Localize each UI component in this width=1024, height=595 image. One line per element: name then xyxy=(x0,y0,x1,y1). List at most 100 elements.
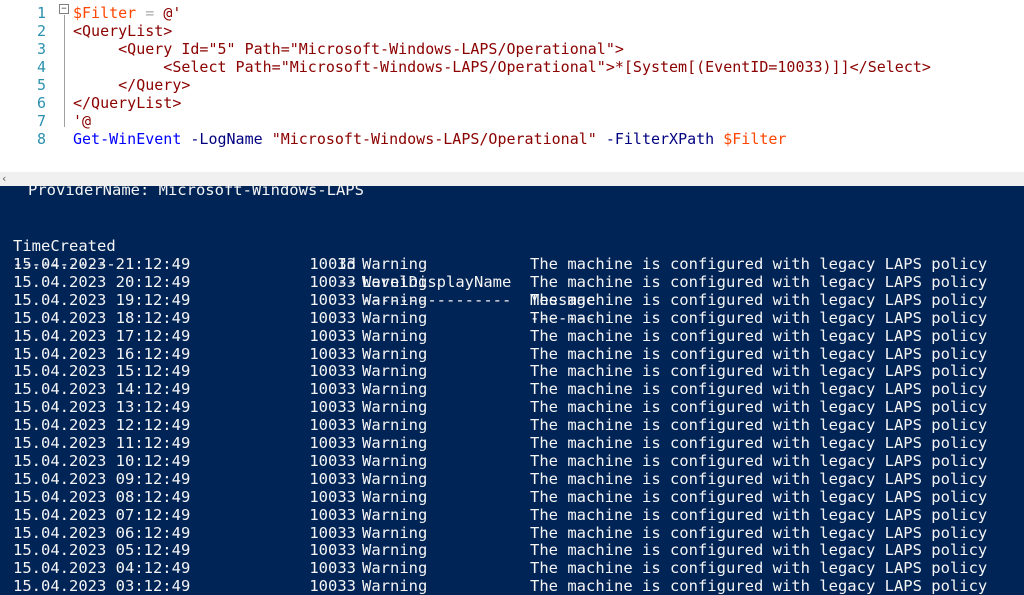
event-level: Warning xyxy=(362,505,428,524)
event-level: Warning xyxy=(362,523,428,542)
event-level: Warning xyxy=(362,308,428,327)
code-token: $Filter xyxy=(723,130,787,148)
event-level: Warning xyxy=(362,487,428,506)
event-id: 10033 xyxy=(309,451,356,470)
event-id: 10033 xyxy=(309,255,356,273)
event-level: Warning xyxy=(362,290,428,309)
event-level: Warning xyxy=(362,255,428,273)
editor-line[interactable]: 2 <QueryList> xyxy=(0,22,1024,40)
event-timecreated: 15.04.2023 11:12:49 xyxy=(13,434,191,452)
event-message: The machine is configured with legacy LA… xyxy=(530,559,988,578)
event-id: 10033 xyxy=(309,416,356,435)
event-row: 15.04.2023 06:12:49 10033 Warning The machi… xyxy=(0,524,1024,542)
line-number: 2 xyxy=(36,22,46,40)
event-level: Warning xyxy=(362,272,428,291)
code-token: @' xyxy=(163,4,182,22)
editor-line[interactable]: 7 '@ xyxy=(0,112,1024,130)
event-row: 15.04.2023 18:12:49 10033 Warning The machi… xyxy=(0,309,1024,327)
event-timecreated: 15.04.2023 16:12:49 xyxy=(13,344,191,363)
event-message: The machine is configured with legacy LA… xyxy=(530,344,988,363)
event-message: The machine is configured with legacy LA… xyxy=(530,380,988,399)
script-editor-pane[interactable]: 1 $Filter = @' 2 <QueryList> 3 <Query Id="5"… xyxy=(0,0,1024,172)
event-timecreated: 15.04.2023 08:12:49 xyxy=(13,487,191,506)
code-token: </Query> xyxy=(73,76,191,94)
pane-splitter[interactable]: ‹ xyxy=(0,172,1024,186)
event-message: The machine is configured with legacy LA… xyxy=(530,290,988,309)
event-timecreated: 15.04.2023 13:12:49 xyxy=(13,398,191,417)
event-message: The machine is configured with legacy LA… xyxy=(530,451,988,470)
event-timecreated: 15.04.2023 04:12:49 xyxy=(13,559,191,578)
line-number: 4 xyxy=(36,58,46,76)
event-timecreated: 15.04.2023 09:12:49 xyxy=(13,469,191,488)
event-id: 10033 xyxy=(309,505,356,524)
code-text: </QueryList> xyxy=(73,94,181,112)
event-timecreated: 15.04.2023 12:12:49 xyxy=(13,416,191,435)
event-message: The machine is configured with legacy LA… xyxy=(530,416,988,435)
event-level: Warning xyxy=(362,451,428,470)
event-level: Warning xyxy=(362,380,428,399)
event-id: 10033 xyxy=(309,577,356,595)
code-token: <Select Path="Microsoft-Windows-LAPS/Ope… xyxy=(73,58,931,76)
collapse-icon[interactable]: − xyxy=(59,4,69,14)
event-id: 10033 xyxy=(309,290,356,309)
code-token: Get-WinEvent xyxy=(73,130,182,148)
code-token: <Query Id="5" Path="Microsoft-Windows-LA… xyxy=(73,40,624,58)
editor-line[interactable]: 3 <Query Id="5" Path="Microsoft-Windows-… xyxy=(0,40,1024,58)
event-level: Warning xyxy=(362,398,428,417)
event-id: 10033 xyxy=(309,398,356,417)
event-timecreated: 15.04.2023 19:12:49 xyxy=(13,290,191,309)
event-level: Warning xyxy=(362,416,428,435)
column-header-row: TimeCreated Id LevelDisplayName Message xyxy=(0,219,1024,309)
code-token: "Microsoft-Windows-LAPS/Operational" xyxy=(271,130,597,148)
event-message: The machine is configured with legacy LA… xyxy=(530,487,988,506)
event-message: The machine is configured with legacy LA… xyxy=(530,255,988,273)
code-text: $Filter = @' xyxy=(73,4,181,22)
editor-line[interactable]: 4 <Select Path="Microsoft-Windows-LAPS/O… xyxy=(0,58,1024,76)
event-timecreated: 15.04.2023 20:12:49 xyxy=(13,272,191,291)
event-level: Warning xyxy=(362,577,428,595)
line-number: 3 xyxy=(36,40,46,58)
event-id: 10033 xyxy=(309,559,356,578)
code-text: <Select Path="Microsoft-Windows-LAPS/Ope… xyxy=(73,58,931,76)
event-level: Warning xyxy=(362,326,428,345)
code-text: </Query> xyxy=(73,76,190,94)
event-timecreated: 15.04.2023 14:12:49 xyxy=(13,380,191,399)
event-timecreated: 15.04.2023 06:12:49 xyxy=(13,523,191,542)
scroll-left-icon[interactable]: ‹ xyxy=(2,172,6,185)
event-id: 10033 xyxy=(309,362,356,381)
event-message: The machine is configured with legacy LA… xyxy=(530,505,988,524)
code-token: -FilterXPath xyxy=(596,130,724,148)
event-row: 15.04.2023 19:12:49 10033 Warning The machi… xyxy=(0,291,1024,309)
event-timecreated: 15.04.2023 17:12:49 xyxy=(13,326,191,345)
editor-line[interactable]: 6 </QueryList> xyxy=(0,94,1024,112)
event-level: Warning xyxy=(362,559,428,578)
event-message: The machine is configured with legacy LA… xyxy=(530,272,988,291)
line-number: 5 xyxy=(36,76,46,94)
event-id: 10033 xyxy=(309,308,356,327)
event-message: The machine is configured with legacy LA… xyxy=(530,308,988,327)
code-text: '@ xyxy=(73,112,91,130)
event-id: 10033 xyxy=(309,469,356,488)
event-timecreated: 15.04.2023 18:12:49 xyxy=(13,308,191,327)
event-level: Warning xyxy=(362,541,428,560)
code-token: </QueryList> xyxy=(73,94,182,112)
editor-line[interactable]: 5 </Query> xyxy=(0,76,1024,94)
event-row: 15.04.2023 13:12:49 10033 Warning The machi… xyxy=(0,398,1024,416)
event-message: The machine is configured with legacy LA… xyxy=(530,523,988,542)
editor-line[interactable]: 1 $Filter = @' xyxy=(0,4,1024,22)
event-row: 15.04.2023 08:12:49 10033 Warning The machi… xyxy=(0,488,1024,506)
event-row: 15.04.2023 04:12:49 10033 Warning The machi… xyxy=(0,559,1024,577)
event-row: 15.04.2023 15:12:49 10033 Warning The machi… xyxy=(0,362,1024,380)
fold-guide xyxy=(64,15,65,127)
editor-line[interactable]: 8 Get-WinEvent -LogName "Microsoft-Window… xyxy=(0,130,1024,148)
event-row: 15.04.2023 11:12:49 10033 Warning The machi… xyxy=(0,434,1024,452)
event-id: 10033 xyxy=(309,380,356,399)
event-row: 15.04.2023 17:12:49 10033 Warning The machi… xyxy=(0,327,1024,345)
event-id: 10033 xyxy=(309,487,356,506)
event-id: 10033 xyxy=(309,272,356,291)
console-output-pane[interactable]: ProviderName: Microsoft-Windows-LAPS Tim… xyxy=(0,186,1024,595)
event-message: The machine is configured with legacy LA… xyxy=(530,362,988,381)
event-timecreated: 15.04.2023 07:12:49 xyxy=(13,505,191,524)
event-timecreated: 15.04.2023 15:12:49 xyxy=(13,362,191,381)
code-token: <QueryList> xyxy=(73,22,173,40)
